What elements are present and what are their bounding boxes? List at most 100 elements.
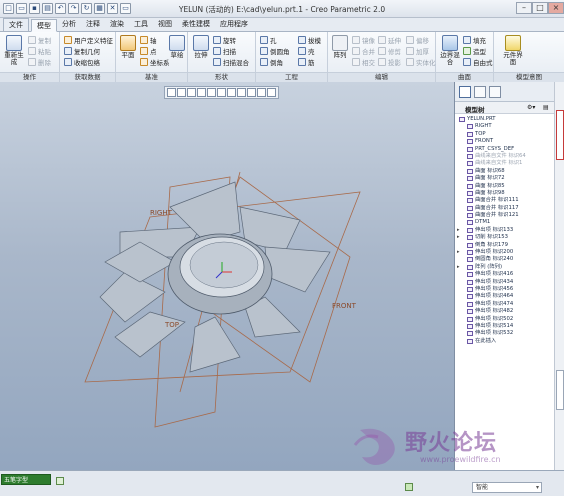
chamfer-button[interactable]: 倒角 [260, 57, 283, 67]
tab-5[interactable]: 视图 [153, 18, 177, 31]
browser-edge-tab-2[interactable] [556, 370, 564, 410]
tree-item[interactable]: 曲面合并 标识121 [455, 212, 554, 219]
tree-item[interactable]: 倒圆角 标识240 [455, 256, 554, 263]
style-button[interactable]: 造型 [463, 46, 486, 56]
message-log-icon[interactable] [56, 477, 64, 485]
merge-button[interactable]: 合并 [352, 46, 375, 56]
tab-2[interactable]: 注释 [81, 18, 105, 31]
tree-item[interactable]: 伸出项 标识416 [455, 271, 554, 278]
ribbon: 重新生成 复制 粘贴 删除 操作 用户定义特征 复制几何 收缩包络 获取数据 平… [0, 32, 564, 82]
solidify-button[interactable]: 实体化 [406, 57, 436, 67]
group-label-datum: 基准 [116, 72, 187, 82]
tree-item[interactable]: ▸ 切削 标识153 [455, 234, 554, 241]
udf-button[interactable]: 用户定义特征 [64, 35, 113, 45]
folder-browser-tab-icon[interactable] [474, 86, 486, 98]
delete-button[interactable]: 删除 [28, 57, 51, 67]
paste-button[interactable]: 粘贴 [28, 46, 51, 56]
regenerate-status-icon[interactable] [405, 483, 413, 491]
expand-icon[interactable]: ▸ [457, 234, 460, 241]
tree-item[interactable]: RIGHT [455, 123, 554, 130]
tab-7[interactable]: 应用程序 [215, 18, 253, 31]
tree-item[interactable]: 曲线来自文件 标识1 [455, 160, 554, 167]
extend-button[interactable]: 延伸 [378, 35, 401, 45]
close-button[interactable]: × [548, 2, 564, 14]
minimize-button[interactable]: – [516, 2, 532, 14]
csys-button[interactable]: 坐标系 [140, 57, 170, 67]
copy-button[interactable]: 复制 [28, 35, 51, 45]
tree-item[interactable]: 在此插入 [455, 338, 554, 345]
favorites-tab-icon[interactable] [489, 86, 501, 98]
tree-item[interactable]: 曲面合并 标识111 [455, 197, 554, 204]
model-tree-tab-icon[interactable] [459, 86, 471, 98]
expand-icon[interactable]: ▸ [457, 264, 460, 271]
intersect-button[interactable]: 相交 [352, 57, 375, 67]
freestyle-icon [463, 58, 471, 66]
trim-button[interactable]: 修剪 [378, 46, 401, 56]
extrude-button[interactable]: 拉伸 [191, 35, 211, 59]
graphics-viewport[interactable]: RIGHT FRONT TOP [0, 82, 455, 470]
maximize-button[interactable]: □ [532, 2, 548, 14]
group-label-get-data: 获取数据 [60, 72, 115, 82]
sketch-button[interactable]: 草绘 [168, 35, 186, 59]
tree-item[interactable]: 伸出项 标识434 [455, 279, 554, 286]
copy-geometry-button[interactable]: 复制几何 [64, 46, 100, 56]
tree-filter-icon[interactable]: ▤ [543, 104, 549, 111]
tree-item[interactable]: 曲面合并 标识117 [455, 205, 554, 212]
rib-button[interactable]: 筋 [298, 57, 315, 67]
tree-item-label: 在此插入 [475, 337, 497, 344]
tree-item[interactable]: 倒角 标识179 [455, 242, 554, 249]
tree-item[interactable]: PRT_CSYS_DEF [455, 146, 554, 153]
mirror-button[interactable]: 镜像 [352, 35, 375, 45]
tab-1[interactable]: 分析 [57, 18, 81, 31]
datum-plane-button[interactable]: 平面 [119, 35, 137, 59]
tree-item[interactable]: 伸出项 标识464 [455, 293, 554, 300]
datum-point-button[interactable]: 点 [140, 46, 157, 56]
pattern-button[interactable]: 阵列 [331, 35, 349, 59]
hole-button[interactable]: 孔 [260, 35, 277, 45]
ime-indicator[interactable]: 五笔字型 [1, 474, 51, 485]
feature-icon [467, 264, 473, 270]
tab-4[interactable]: 工具 [129, 18, 153, 31]
project-button[interactable]: 投影 [378, 57, 401, 67]
round-button[interactable]: 倒圆角 [260, 46, 290, 56]
tree-item[interactable]: 曲面 标识72 [455, 175, 554, 182]
regenerate-button[interactable]: 重新生成 [3, 35, 25, 66]
feature-icon [467, 331, 473, 337]
expand-icon[interactable]: ▸ [457, 249, 460, 256]
selection-filter-dropdown[interactable]: 智能 [472, 482, 542, 493]
tree-item[interactable]: 伸出项 标识532 [455, 330, 554, 337]
sweep-button[interactable]: 扫描 [213, 46, 236, 56]
tab-file[interactable]: 文件 [3, 18, 29, 31]
tab-3[interactable]: 渲染 [105, 18, 129, 31]
shell-button[interactable]: 壳 [298, 46, 315, 56]
tab-6[interactable]: 柔性建模 [177, 18, 215, 31]
tree-item[interactable]: 伸出项 标识482 [455, 308, 554, 315]
component-interface-button[interactable]: 元件界面 [502, 35, 524, 66]
tree-item[interactable]: 伸出项 标识502 [455, 316, 554, 323]
thicken-button[interactable]: 加厚 [406, 46, 429, 56]
tree-item[interactable]: DTM1 [455, 219, 554, 226]
fill-button[interactable]: 填充 [463, 35, 486, 45]
tree-item-label: 曲面 标识68 [475, 167, 505, 174]
tree-item[interactable]: 曲面 标识85 [455, 183, 554, 190]
revolve-button[interactable]: 旋转 [213, 35, 236, 45]
offset-button[interactable]: 偏移 [406, 35, 429, 45]
browser-edge-tab[interactable] [556, 110, 564, 160]
tab-0[interactable]: 模型 [31, 19, 57, 32]
group-label-model-intent: 模型意图 [494, 72, 564, 82]
tree-item[interactable]: TOP [455, 131, 554, 138]
tree-item[interactable]: YELUN.PRT [455, 116, 554, 123]
freestyle-button[interactable]: 自由式 [463, 57, 493, 67]
swept-blend-button[interactable]: 扫描混合 [213, 57, 249, 67]
tree-settings-icon[interactable]: ⚙▾ [527, 104, 535, 111]
tree-item[interactable]: FRONT [455, 138, 554, 145]
expand-icon[interactable]: ▸ [457, 227, 460, 234]
fan-model[interactable]: RIGHT FRONT TOP [0, 82, 455, 470]
shrinkwrap-button[interactable]: 收缩包络 [64, 57, 100, 67]
draft-button[interactable]: 拔模 [298, 35, 321, 45]
status-bar: 五笔字型 智能 [0, 470, 564, 496]
datum-axis-button[interactable]: 轴 [140, 35, 157, 45]
feature-icon [459, 117, 465, 122]
group-label-engineering: 工程 [256, 72, 327, 82]
boundary-blend-button[interactable]: 边界混合 [439, 35, 461, 66]
